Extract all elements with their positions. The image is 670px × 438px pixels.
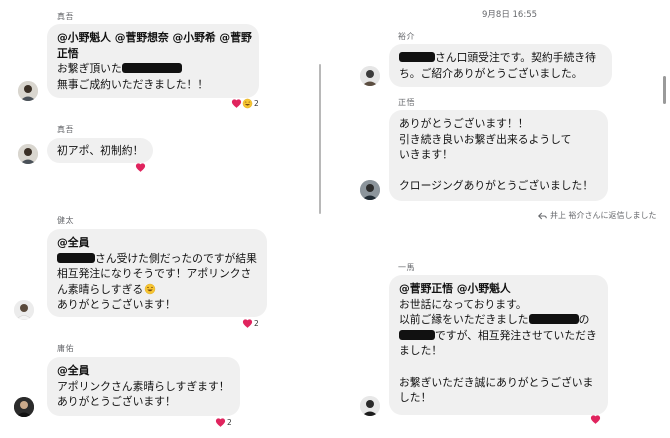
message-line: さん受けた側だったのですが結果	[57, 251, 257, 267]
heart-icon	[590, 414, 601, 425]
message-line: 無事ご成約いただきました！！	[57, 77, 209, 91]
reaction-badge[interactable]: 2	[231, 98, 259, 109]
message-line: クロージングありがとうございました！	[399, 179, 594, 193]
reaction-count: 2	[227, 418, 232, 427]
mention-line: @小野魁人 @菅野想奈 @小野希 @菅野	[57, 31, 252, 44]
sender-name: 真吾	[57, 125, 74, 134]
sender-name: 健太	[57, 216, 74, 225]
redacted-name	[121, 63, 182, 74]
heart-icon	[242, 318, 253, 329]
message-bubble[interactable]: @全員 さん受けた側だったのですが結果 相互発注になりそうです！アポリンクさ ん…	[47, 229, 267, 317]
message-line: 引き続き良いお繋ぎ出来るようして	[399, 132, 572, 146]
message-timestamp: 9月8日 16:55	[482, 10, 538, 20]
mention-line: 正悟	[57, 46, 79, 60]
heart-icon	[231, 98, 242, 109]
scrollbar-thumb[interactable]	[663, 76, 666, 104]
message-line: ん素晴らしすぎる	[57, 282, 257, 298]
message-line: ありがとうございます！	[57, 395, 176, 409]
message-line: お繋ぎいただき誠にありがとうございま	[399, 375, 594, 389]
sender-name: 裕介	[398, 32, 415, 41]
message-line: ありがとうございます！	[57, 298, 176, 312]
redacted-name	[399, 52, 435, 62]
grinning-face-icon	[242, 98, 253, 109]
user-avatar-icon	[14, 397, 34, 417]
reply-note-text: 井上 裕介さんに返信しました	[550, 211, 657, 220]
message-line: ありがとうございます！！	[399, 117, 529, 130]
message-line: 初アポ、初制約！	[57, 144, 144, 157]
redacted-name	[528, 314, 579, 325]
message-bubble[interactable]: ありがとうございます！！ 引き続き良いお繋ぎ出来るようして いきます！ クロージ…	[389, 110, 608, 201]
reply-arrow-icon	[538, 212, 547, 219]
mention-line: @全員	[57, 364, 90, 377]
sender-name: 一馬	[398, 263, 415, 272]
reaction-count: 2	[254, 99, 259, 108]
reaction-badge[interactable]: 2	[215, 417, 232, 428]
message-line: お繋ぎ頂いた	[57, 61, 249, 77]
reaction-badge[interactable]	[135, 162, 146, 173]
reaction-badge[interactable]	[590, 414, 601, 425]
pane-divider	[319, 64, 321, 214]
grinning-face-icon	[144, 283, 156, 295]
sender-name: 真吾	[57, 12, 74, 21]
message-line: 相互発注になりそうです！アポリンクさ	[57, 267, 252, 281]
avatar[interactable]	[360, 180, 380, 200]
user-avatar-icon	[14, 300, 34, 320]
avatar[interactable]	[14, 397, 34, 417]
message-bubble[interactable]: @全員 アポリンクさん素晴らしすぎます！ ありがとうございます！	[47, 357, 240, 416]
message-bubble[interactable]: 初アポ、初制約！	[47, 138, 153, 163]
user-avatar-icon	[360, 396, 380, 416]
message-bubble[interactable]: @小野魁人 @菅野想奈 @小野希 @菅野 正悟 お繋ぎ頂いた 無事ご成約いただき…	[47, 24, 259, 98]
reaction-count: 2	[254, 319, 259, 328]
avatar[interactable]	[360, 396, 380, 416]
avatar[interactable]	[14, 300, 34, 320]
message-bubble[interactable]: さん口頭受注です。契約手続き待 ち。ご紹介ありがとうございました。	[389, 44, 612, 87]
user-avatar-icon	[18, 81, 38, 101]
message-line: 以前ご縁をいただきましたの	[399, 313, 590, 327]
sender-name: 庸佑	[57, 344, 74, 353]
redacted-name	[57, 252, 95, 263]
avatar[interactable]	[360, 66, 380, 86]
mention-line: @菅野正悟 @小野魁人	[399, 282, 511, 295]
heart-icon	[135, 162, 146, 173]
message-line: した！	[399, 391, 432, 405]
message-line: ました！	[399, 344, 443, 358]
message-line: さん口頭受注です。契約手続き待	[399, 50, 602, 66]
left-chat-pane: 真吾 @小野魁人 @菅野想奈 @小野希 @菅野 正悟 お繋ぎ頂いた 無事ご成約い…	[0, 0, 318, 438]
avatar[interactable]	[18, 144, 38, 164]
mention-line: @全員	[57, 236, 90, 249]
sender-name: 正悟	[398, 98, 415, 107]
reply-note[interactable]: 井上 裕介さんに返信しました	[538, 210, 657, 221]
user-avatar-icon	[360, 66, 380, 86]
message-line: いきます！	[399, 148, 453, 162]
reaction-badge[interactable]: 2	[242, 318, 259, 329]
user-avatar-icon	[18, 144, 38, 164]
avatar[interactable]	[18, 81, 38, 101]
message-line: ち。ご紹介ありがとうございました。	[399, 66, 583, 80]
message-line: ですが、相互発注させていただき	[399, 328, 598, 344]
message-line: お世話になっております。	[399, 297, 527, 311]
heart-icon	[215, 417, 226, 428]
message-line: アポリンクさん素晴らしすぎます！	[57, 379, 230, 393]
right-chat-pane: 9月8日 16:55 裕介 さん口頭受注です。契約手続き待 ち。ご紹介ありがとう…	[322, 0, 670, 438]
redacted-name	[399, 329, 435, 340]
user-avatar-icon	[360, 180, 380, 200]
message-bubble[interactable]: @菅野正悟 @小野魁人 お世話になっております。 以前ご縁をいただきましたの で…	[389, 275, 608, 415]
